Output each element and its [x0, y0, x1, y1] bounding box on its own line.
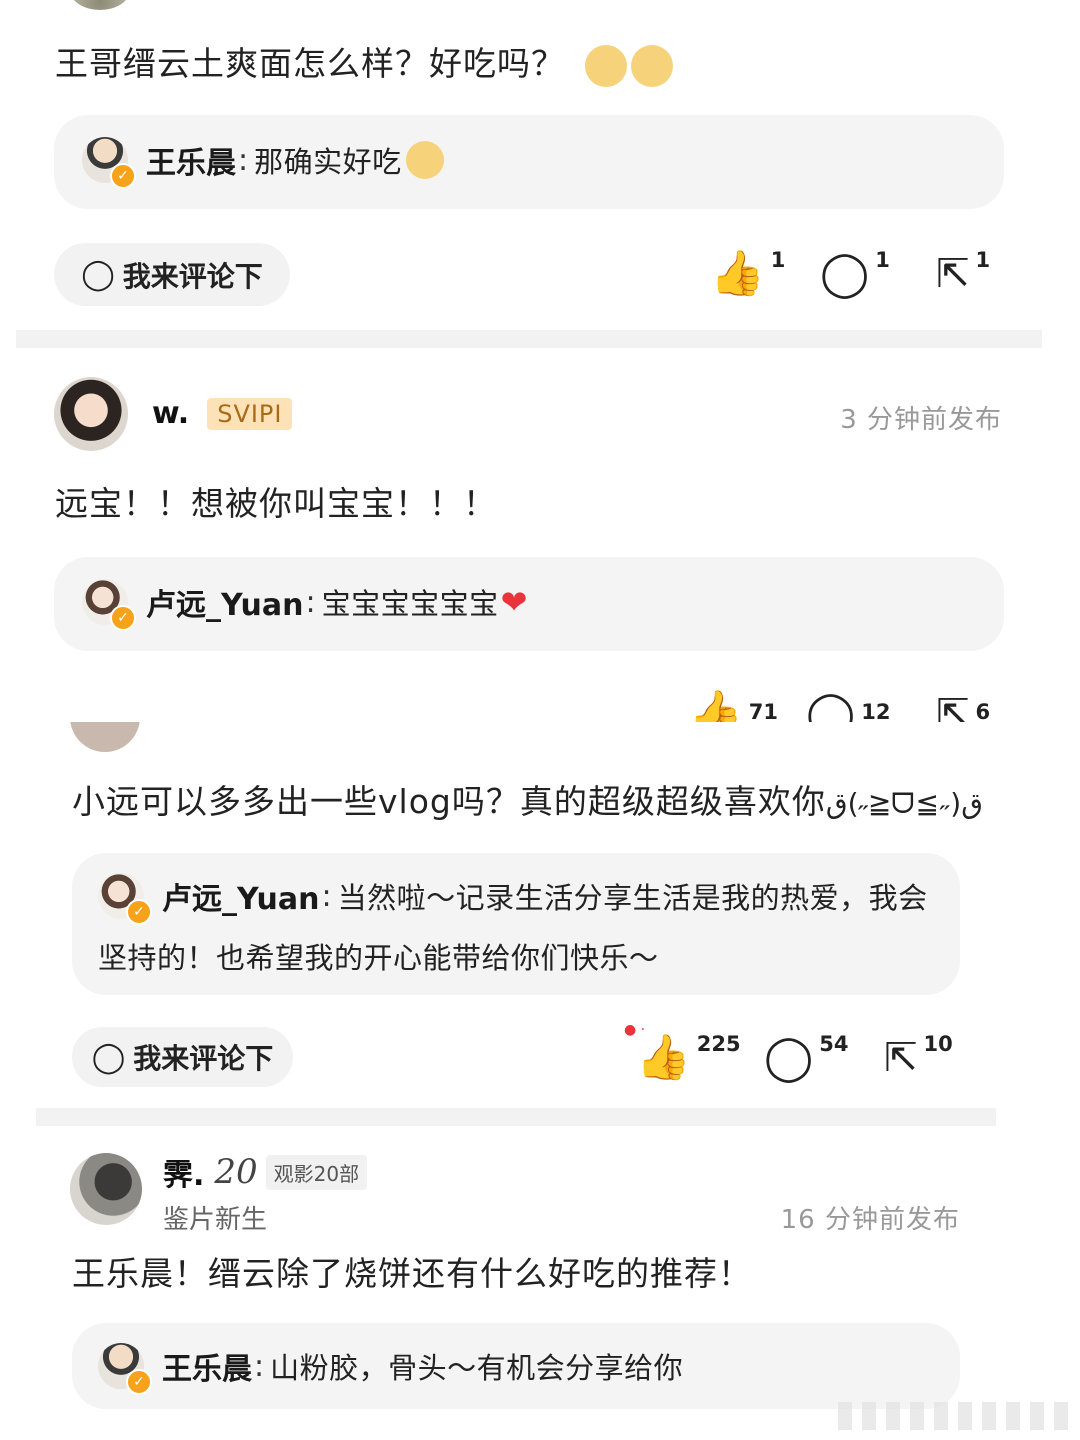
share-count: 6	[975, 700, 991, 722]
comment-bubble-icon: ◯	[81, 257, 115, 292]
like-button[interactable]: 👍 1	[710, 248, 785, 299]
thumbs-up-icon: 👍	[688, 688, 743, 723]
clipped-user-header	[70, 722, 970, 752]
comment-count-button[interactable]: ◯ 54	[764, 1032, 848, 1083]
avatar[interactable]: ✓	[98, 1343, 152, 1395]
share-icon: ⇱	[936, 251, 970, 297]
comment-bubble-icon: ◯	[91, 1039, 126, 1075]
thumbs-up-icon: 👍	[710, 248, 765, 299]
avatar[interactable]: ✓	[82, 137, 136, 189]
watermark	[838, 1402, 1074, 1430]
doge-icon	[584, 44, 627, 87]
post2-action-row: 👍 71 ◯ 12 ⇱ 6	[0, 688, 1080, 723]
divider	[36, 1108, 996, 1126]
reply-author-name[interactable]: 卢远_Yuan	[146, 580, 304, 624]
verified-badge-icon: ✓	[110, 605, 136, 631]
like-button[interactable]: 👍 225	[636, 1032, 741, 1083]
user-title: 鉴片新生	[163, 1205, 268, 1235]
comment-count: 1	[875, 248, 890, 272]
post-time: 16 分钟前发布	[780, 1205, 960, 1235]
reply-author-name[interactable]: 王乐晨	[146, 138, 236, 182]
avatar[interactable]: ✓	[98, 873, 152, 925]
reply-author-name[interactable]: 卢远_Yuan	[162, 874, 320, 918]
level-number: 20	[214, 1152, 258, 1192]
user-header: w. SVIPI	[152, 396, 293, 431]
colon: :	[321, 878, 332, 914]
divider	[16, 330, 1042, 348]
avatar[interactable]	[70, 722, 140, 752]
author-reply-box[interactable]: ✓ 王乐晨 : 那确实好吃	[54, 115, 1004, 209]
like-button[interactable]: 👍 71	[688, 688, 779, 723]
reply-author-name[interactable]: 王乐晨	[162, 1344, 252, 1388]
verified-badge-icon: ✓	[126, 1369, 152, 1395]
colon: :	[305, 584, 316, 620]
username[interactable]: w.	[152, 396, 189, 431]
author-reply-box[interactable]: ✓ 卢远_Yuan : 当然啦～记录生活分享生活是我的热爱，我会 坚持的！也希望…	[72, 853, 960, 995]
like-count: 71	[748, 700, 779, 722]
write-comment-label: 我来评论下	[133, 1042, 274, 1075]
author-reply-box[interactable]: ✓ 卢远_Yuan : 宝宝宝宝宝宝 ❤	[54, 557, 1004, 651]
reply-text: 那确实好吃	[254, 145, 402, 179]
post-time: 3 分钟前发布	[840, 405, 1002, 435]
comment-bubble-icon: ◯	[806, 688, 856, 723]
username[interactable]: 霁.	[163, 1150, 204, 1194]
previous-avatar	[70, 0, 130, 10]
svip-badge: SVIPI	[207, 397, 293, 430]
share-icon: ⇱	[936, 691, 970, 722]
like-count: 1	[770, 248, 786, 272]
write-comment-label: 我来评论下	[122, 259, 263, 293]
write-comment-button[interactable]: ◯ 我来评论下	[72, 1027, 293, 1087]
verified-badge-icon: ✓	[110, 163, 136, 189]
like-sparkle-icon: ● ·	[624, 1022, 646, 1038]
heart-icon: ❤	[500, 583, 528, 621]
post3-comment-text: 小远可以多多出一些vlog吗？真的超级超级喜欢你ق(˶≧ᗜ≦˶)ق	[72, 782, 983, 821]
colon: :	[238, 142, 249, 178]
reply-text: 山粉胶，骨头～有机会分享给你	[270, 1351, 684, 1385]
share-button[interactable]: ⇱ 6	[936, 692, 990, 722]
avatar[interactable]	[70, 1153, 142, 1225]
share-icon: ⇱	[884, 1035, 918, 1081]
user-header: 霁. 20 观影20部	[163, 1150, 368, 1194]
comment-count-button[interactable]: ◯ 1	[820, 248, 890, 299]
share-count: 10	[923, 1032, 953, 1056]
share-count: 1	[975, 248, 991, 272]
share-button[interactable]: ⇱ 1	[936, 248, 990, 297]
level-tag: 观影20部	[265, 1154, 368, 1190]
author-reply-box[interactable]: ✓ 王乐晨 : 山粉胶，骨头～有机会分享给你	[72, 1323, 960, 1409]
comment-bubble-icon: ◯	[820, 248, 870, 299]
avatar[interactable]: ✓	[82, 579, 136, 631]
kaomoji: ق(˶≧ᗜ≦˶)ق	[825, 787, 983, 820]
thumbs-up-icon: 👍	[636, 1032, 691, 1083]
post2-comment-text: 远宝！！想被你叫宝宝！！！	[55, 484, 497, 523]
reply-text: 宝宝宝宝宝宝	[321, 587, 499, 621]
share-button[interactable]: ⇱ 10	[884, 1032, 953, 1081]
write-comment-button[interactable]: ◯ 我来评论下	[54, 243, 290, 306]
verified-badge-icon: ✓	[126, 899, 152, 925]
post4-comment-text: 王乐晨！缙云除了烧饼还有什么好吃的推荐！	[72, 1254, 752, 1293]
avatar[interactable]	[54, 377, 128, 451]
doge-icon	[405, 141, 444, 179]
reply-text-line-2: 坚持的！也希望我的开心能带给你们快乐～	[98, 941, 659, 975]
comment-count-button[interactable]: ◯ 12	[806, 688, 891, 723]
comment-bubble-icon: ◯	[764, 1032, 814, 1083]
colon: :	[254, 1348, 265, 1384]
reply-text-line-1: 当然啦～记录生活分享生活是我的热爱，我会	[337, 881, 928, 915]
comment-count: 54	[819, 1032, 849, 1056]
doge-icon	[630, 44, 673, 87]
like-count: 225	[696, 1032, 741, 1056]
comment-count: 12	[861, 700, 891, 722]
post1-comment-text: 王哥缙云土爽面怎么样？好吃吗？	[55, 42, 673, 87]
